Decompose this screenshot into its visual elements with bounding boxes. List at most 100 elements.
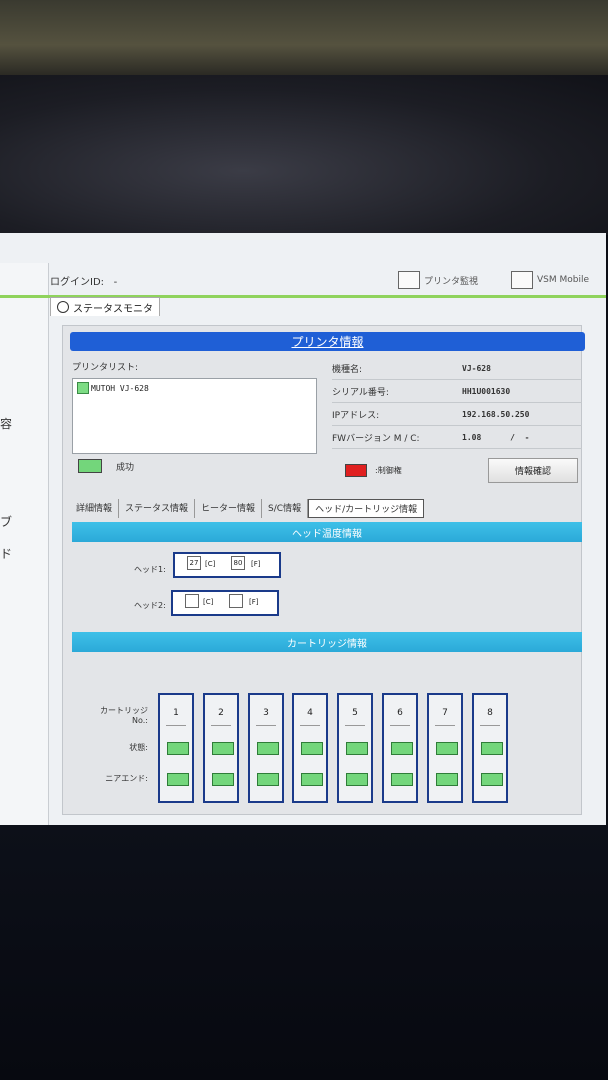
cartridge-state-label: 状態: — [129, 743, 148, 752]
head2-label: ヘッド2: — [134, 601, 166, 610]
info-row: 機種名: VJ-628 — [332, 357, 582, 380]
cartridge-slot-3: 3 — [248, 693, 284, 803]
login-label: ログインID: — [50, 277, 105, 288]
login-value: - — [113, 277, 118, 288]
info-row: シリアル番号: HH1U001630 — [332, 380, 582, 403]
cartridge-slot-7: 7 — [427, 693, 463, 803]
monitor-bezel — [0, 0, 608, 75]
tab-status-monitor[interactable]: ステータスモニタ — [50, 297, 160, 316]
unit-c-label: [C] — [203, 598, 214, 606]
cartridge-slot-2: 2 — [203, 693, 239, 803]
cartridge-state-indicator — [481, 742, 503, 755]
background-wall — [0, 75, 608, 235]
tab-status-monitor-label: ステータスモニタ — [73, 303, 153, 315]
cartridge-slot-4: 4 — [292, 693, 328, 803]
head-temp-title: ヘッド温度情報 — [72, 522, 582, 542]
cartridge-slot-1: 1 — [158, 693, 194, 803]
cartridge-slot-5: 5 — [337, 693, 373, 803]
head2-f-field — [229, 594, 243, 608]
head2-c-field — [185, 594, 199, 608]
printer-monitor-label: プリンタ監視 — [424, 276, 479, 287]
head1-c-field: 27 — [187, 556, 201, 570]
cartridge-number: 4 — [307, 708, 313, 718]
cartridge-state-indicator — [436, 742, 458, 755]
cartridge-slot-8: 8 — [472, 693, 508, 803]
printer-info-title-text: プリンタ情報 — [291, 335, 364, 349]
cartridge-no-label: カートリッジNo.: — [100, 706, 148, 725]
legend-control-label: :制御権 — [375, 466, 402, 475]
left-text-1: 容 — [0, 417, 13, 431]
info-key: FWバージョン M / C: — [332, 433, 420, 444]
head1-temp: 27 [C] 80 [F] — [173, 552, 281, 578]
cartridge-nearend-indicator — [301, 773, 323, 786]
head1-f-field: 80 — [231, 556, 245, 570]
cartridge-number: 2 — [218, 708, 224, 718]
head1-label: ヘッド1: — [134, 565, 166, 574]
cartridge-number: 6 — [397, 708, 403, 718]
tab-status[interactable]: ステータス情報 — [119, 499, 196, 518]
vsm-mobile-checkbox[interactable] — [511, 271, 533, 289]
info-key: 機種名: — [332, 364, 363, 375]
unit-c-label: [C] — [205, 560, 216, 568]
vsm-mobile-label: VSM Mobile — [537, 275, 590, 285]
cartridge-state-indicator — [257, 742, 279, 755]
clock-icon — [57, 301, 69, 313]
tab-detail[interactable]: 詳細情報 — [70, 499, 120, 518]
cartridge-nearend-indicator — [346, 773, 368, 786]
cartridge-divider — [166, 725, 186, 726]
cartridge-nearend-indicator — [481, 773, 503, 786]
cartridge-state-indicator — [301, 742, 323, 755]
printer-list-item-label: MUTOH VJ-628 — [91, 383, 149, 393]
left-text-3: ド — [0, 547, 13, 561]
printer-list[interactable]: MUTOH VJ-628 — [72, 378, 317, 454]
tab-head-cartridge[interactable]: ヘッド/カートリッジ情報 — [308, 499, 425, 518]
cartridge-number: 1 — [173, 708, 179, 718]
left-text-2: ブ — [0, 515, 13, 529]
info-row: FWバージョン M / C: 1.08 / - — [332, 426, 582, 449]
printer-monitor-checkbox[interactable] — [398, 271, 420, 289]
unit-f-label: [F] — [251, 560, 261, 568]
info-key: IPアドレス: — [332, 410, 380, 421]
status-monitor-window: 容 ブ ド ログインID: - プリンタ監視 VSM Mobile ステータスモ… — [0, 233, 606, 825]
cartridge-divider — [435, 725, 455, 726]
cartridge-state-indicator — [167, 742, 189, 755]
info-key: シリアル番号: — [332, 387, 389, 398]
printer-list-label: プリンタリスト: — [72, 363, 139, 373]
control-legend-icon — [345, 464, 367, 477]
cartridge-number: 7 — [442, 708, 448, 718]
cartridge-nearend-indicator — [436, 773, 458, 786]
cartridge-divider — [300, 725, 320, 726]
cartridge-title: カートリッジ情報 — [72, 632, 582, 652]
cartridge-divider — [480, 725, 500, 726]
cartridge-nearend-label: ニアエンド: — [105, 774, 148, 783]
info-row: IPアドレス: 192.168.50.250 — [332, 403, 582, 426]
info-value: 192.168.50.250 — [462, 409, 530, 419]
head2-temp: [C] [F] — [171, 590, 279, 616]
cartridge-number: 8 — [487, 708, 493, 718]
vsm-mobile-toggle[interactable]: VSM Mobile — [511, 271, 589, 289]
cartridge-divider — [211, 725, 231, 726]
cartridge-slot-6: 6 — [382, 693, 418, 803]
desk-background — [0, 825, 608, 1080]
printer-monitor-toggle[interactable]: プリンタ監視 — [398, 271, 478, 289]
cartridge-number: 5 — [352, 708, 358, 718]
info-confirm-button[interactable]: 情報確認 — [488, 458, 578, 483]
info-value: HH1U001630 — [462, 386, 511, 396]
cartridge-nearend-indicator — [257, 773, 279, 786]
printer-list-item[interactable]: MUTOH VJ-628 — [77, 382, 149, 394]
info-tabs: 詳細情報 ステータス情報 ヒーター情報 S/C情報 ヘッド/カートリッジ情報 — [70, 499, 425, 518]
cartridge-divider — [256, 725, 276, 726]
cartridge-nearend-indicator — [212, 773, 234, 786]
cartridge-state-indicator — [391, 742, 413, 755]
printer-status-icon — [77, 382, 89, 394]
printer-info-title: プリンタ情報 — [70, 332, 585, 351]
legend-success-label: 成功 — [116, 462, 135, 473]
unit-f-label: [F] — [249, 598, 259, 606]
tab-heater[interactable]: ヒーター情報 — [195, 499, 263, 518]
tab-sc[interactable]: S/C情報 — [262, 499, 309, 518]
legend-success: 成功 — [78, 459, 134, 473]
info-value: 1.08 / - — [462, 432, 530, 442]
cartridge-divider — [390, 725, 410, 726]
cartridge-number: 3 — [263, 708, 269, 718]
info-value: VJ-628 — [462, 363, 491, 373]
